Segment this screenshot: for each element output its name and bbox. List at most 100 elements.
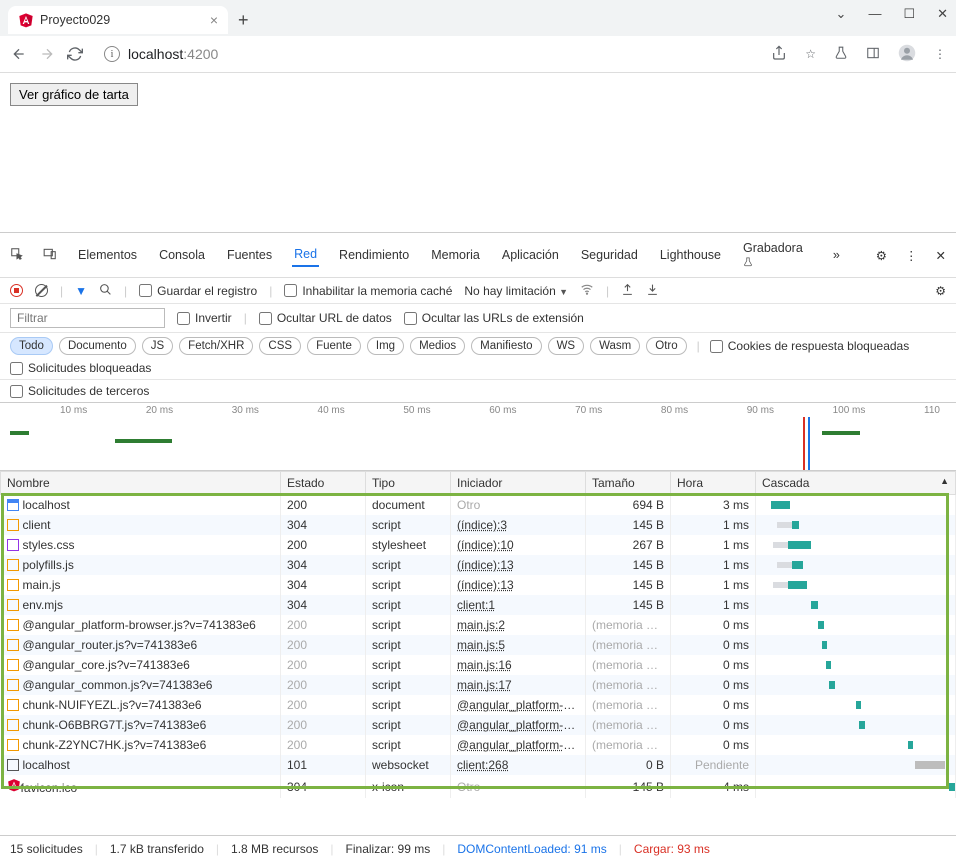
maximize-icon[interactable]: ☐ [903, 6, 915, 22]
filter-fetch[interactable]: Fetch/XHR [179, 337, 253, 355]
cell-initiator[interactable]: main.js:16 [451, 655, 586, 675]
blocked-cookies-checkbox[interactable]: Cookies de respuesta bloqueadas [710, 339, 909, 353]
more-tabs-icon[interactable]: » [833, 248, 840, 262]
filter-js[interactable]: JS [142, 337, 173, 355]
invert-checkbox[interactable]: Invertir [177, 311, 232, 325]
omnibox[interactable]: i localhost:4200 [94, 42, 761, 66]
tab-network[interactable]: Red [292, 243, 319, 267]
close-window-icon[interactable]: ✕ [937, 6, 948, 22]
preserve-log-checkbox[interactable]: Guardar el registro [139, 284, 257, 298]
menu-icon[interactable]: ⋮ [934, 47, 946, 61]
col-time[interactable]: Hora [671, 472, 756, 495]
table-row[interactable]: polyfills.js304script(índice):13145 B1 m… [1, 555, 956, 575]
cell-initiator[interactable]: (índice):13 [451, 555, 586, 575]
close-tab-icon[interactable]: × [210, 12, 218, 28]
forward-button[interactable] [38, 45, 56, 63]
tab-performance[interactable]: Rendimiento [337, 244, 411, 266]
table-row[interactable]: @angular_platform-browser.js?v=741383e62… [1, 615, 956, 635]
cell-initiator[interactable]: main.js:17 [451, 675, 586, 695]
table-row[interactable]: @angular_router.js?v=741383e6200scriptma… [1, 635, 956, 655]
col-size[interactable]: Tamaño [586, 472, 671, 495]
disable-cache-checkbox[interactable]: Inhabilitar la memoria caché [284, 284, 452, 298]
filter-input[interactable] [10, 308, 165, 328]
col-initiator[interactable]: Iniciador [451, 472, 586, 495]
filter-img[interactable]: Img [367, 337, 404, 355]
tab-security[interactable]: Seguridad [579, 244, 640, 266]
table-row[interactable]: @angular_core.js?v=741383e6200scriptmain… [1, 655, 956, 675]
table-row[interactable]: localhost200documentOtro694 B3 ms [1, 495, 956, 516]
filter-all[interactable]: Todo [10, 337, 53, 355]
col-waterfall[interactable]: Cascada [756, 472, 956, 495]
cell-initiator[interactable]: @angular_platform-br... [451, 715, 586, 735]
cell-initiator[interactable]: main.js:2 [451, 615, 586, 635]
panel-icon[interactable] [866, 46, 880, 63]
col-status[interactable]: Estado [281, 472, 366, 495]
wifi-icon[interactable] [580, 282, 594, 299]
reload-button[interactable] [66, 45, 84, 63]
filter-wasm[interactable]: Wasm [590, 337, 640, 355]
table-row[interactable]: client304script(índice):3145 B1 ms [1, 515, 956, 535]
hide-ext-urls-checkbox[interactable]: Ocultar las URLs de extensión [404, 311, 584, 325]
tab-console[interactable]: Consola [157, 244, 207, 266]
table-row[interactable]: chunk-NUIFYEZL.js?v=741383e6200script@an… [1, 695, 956, 715]
tab-lighthouse[interactable]: Lighthouse [658, 244, 723, 266]
table-row[interactable]: env.mjs304scriptclient:1145 B1 ms [1, 595, 956, 615]
device-toggle-icon[interactable] [42, 247, 58, 264]
table-row[interactable]: chunk-Z2YNC7HK.js?v=741383e6200script@an… [1, 735, 956, 755]
view-pie-chart-button[interactable]: Ver gráfico de tarta [10, 83, 138, 106]
filter-ws[interactable]: WS [548, 337, 585, 355]
cell-initiator[interactable]: (índice):3 [451, 515, 586, 535]
caret-down-icon[interactable]: ⌄ [836, 6, 847, 22]
tab-application[interactable]: Aplicación [500, 244, 561, 266]
col-type[interactable]: Tipo [366, 472, 451, 495]
profile-icon[interactable] [898, 44, 916, 65]
network-settings-icon[interactable]: ⚙ [935, 284, 946, 298]
close-devtools-icon[interactable]: ✕ [936, 248, 946, 263]
site-info-icon[interactable]: i [104, 46, 120, 62]
filter-css[interactable]: CSS [259, 337, 301, 355]
throttling-select[interactable]: No hay limitación ▼ [464, 284, 568, 298]
tab-recorder[interactable]: Grabadora [741, 237, 815, 273]
filter-other[interactable]: Otro [646, 337, 686, 355]
cell-initiator[interactable]: (índice):13 [451, 575, 586, 595]
timeline[interactable]: 10 ms20 ms30 ms40 ms50 ms60 ms70 ms80 ms… [0, 403, 956, 471]
tab-elements[interactable]: Elementos [76, 244, 139, 266]
new-tab-button[interactable]: + [238, 10, 249, 31]
cell-initiator[interactable]: @angular_platform-br... [451, 735, 586, 755]
tab-memory[interactable]: Memoria [429, 244, 482, 266]
share-icon[interactable] [771, 45, 787, 64]
filter-manifest[interactable]: Manifiesto [471, 337, 541, 355]
download-icon[interactable] [646, 283, 659, 299]
filter-font[interactable]: Fuente [307, 337, 361, 355]
cell-initiator[interactable]: @angular_platform-br... [451, 695, 586, 715]
cell-initiator[interactable]: client:268 [451, 755, 586, 775]
flask-icon[interactable] [834, 46, 848, 63]
hide-data-urls-checkbox[interactable]: Ocultar URL de datos [259, 311, 392, 325]
table-row[interactable]: @angular_common.js?v=741383e6200scriptma… [1, 675, 956, 695]
upload-icon[interactable] [621, 283, 634, 299]
back-button[interactable] [10, 45, 28, 63]
table-row[interactable]: main.js304script(índice):13145 B1 ms [1, 575, 956, 595]
search-icon[interactable] [99, 283, 112, 299]
minimize-icon[interactable]: — [868, 6, 881, 22]
third-party-checkbox[interactable]: Solicitudes de terceros [10, 384, 149, 398]
filter-document[interactable]: Documento [59, 337, 136, 355]
col-name[interactable]: Nombre [1, 472, 281, 495]
table-row[interactable]: localhost101websocketclient:2680 BPendie… [1, 755, 956, 775]
blocked-requests-checkbox[interactable]: Solicitudes bloqueadas [10, 361, 151, 375]
cell-initiator[interactable]: (índice):10 [451, 535, 586, 555]
inspect-icon[interactable] [10, 247, 24, 264]
table-row[interactable]: chunk-O6BBRG7T.js?v=741383e6200script@an… [1, 715, 956, 735]
stop-record-button[interactable] [10, 284, 23, 297]
cell-initiator[interactable]: main.js:5 [451, 635, 586, 655]
table-row[interactable]: styles.css200stylesheet(índice):10267 B1… [1, 535, 956, 555]
browser-tab[interactable]: Proyecto029 × [8, 6, 228, 34]
cell-initiator[interactable]: Otro [451, 495, 586, 516]
cell-initiator[interactable]: Otro [451, 775, 586, 798]
cell-initiator[interactable]: client:1 [451, 595, 586, 615]
tab-sources[interactable]: Fuentes [225, 244, 274, 266]
kebab-icon[interactable]: ⋮ [905, 248, 918, 263]
filter-media[interactable]: Medios [410, 337, 465, 355]
clear-button[interactable] [35, 284, 48, 297]
filter-icon[interactable]: ▼ [75, 284, 87, 298]
